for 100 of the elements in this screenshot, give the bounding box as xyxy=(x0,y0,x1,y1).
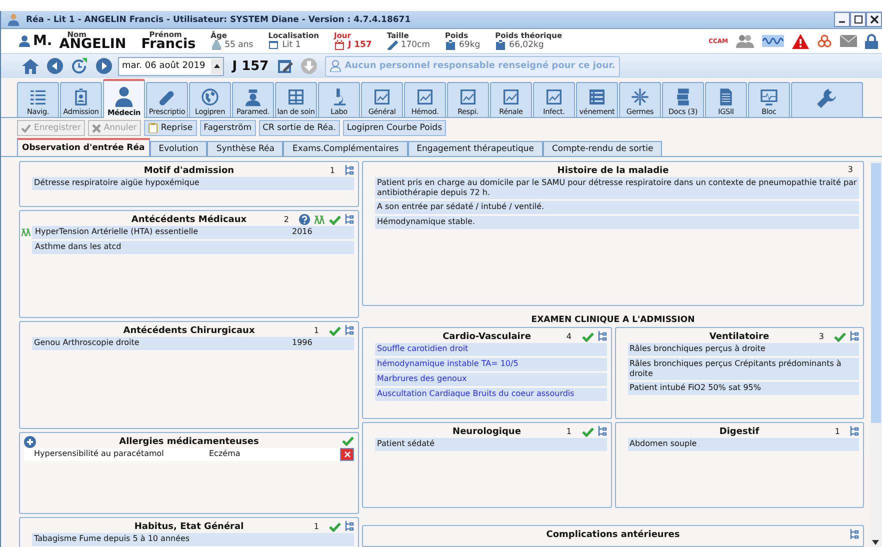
person-icon xyxy=(19,35,30,47)
item-count: 1 xyxy=(834,427,840,436)
panel-title: Antécédents Chirurgicaux xyxy=(123,326,255,336)
tree-icon[interactable] xyxy=(345,214,354,225)
table-cell: Genou Arthroscopie droite xyxy=(34,338,140,347)
calendar-icon xyxy=(334,40,345,50)
dna-icon[interactable] xyxy=(314,214,325,224)
minimize-button[interactable] xyxy=(834,12,850,27)
field-value: Lit 1 xyxy=(282,40,301,49)
field-value: 55 ans xyxy=(224,40,254,49)
bed-icon xyxy=(268,40,280,50)
forward-icon[interactable] xyxy=(96,58,112,74)
table-cell: Auscultation Cardiaque Bruits du coeur assourdis xyxy=(377,389,574,398)
panel-title: Neurologique xyxy=(452,426,521,436)
help-icon[interactable] xyxy=(299,214,310,225)
scroll-down-icon[interactable] xyxy=(872,540,879,545)
refresh-clock-icon[interactable] xyxy=(71,58,88,74)
panel-title: Cardio-Vasculaire xyxy=(442,332,531,342)
table-cell: Hémodynamique stable. xyxy=(377,217,476,226)
field-value: 69kg xyxy=(459,40,480,49)
table-cell: HyperTension Artérielle (HTA) essentielle xyxy=(35,227,198,236)
table-cell: Patient intubé FiO2 50% sat 95% xyxy=(630,383,761,392)
table-cell: Râles bronchiques perçus à droite xyxy=(630,344,766,353)
table-cell: Marbrures des genoux xyxy=(377,374,467,383)
civility: M. xyxy=(33,33,52,49)
panel-title: Motif d'admission xyxy=(144,166,234,176)
home-icon[interactable] xyxy=(22,58,39,74)
clipboard-icon xyxy=(148,123,158,133)
item-count: 1 xyxy=(314,326,319,335)
panel-title: Ventilatoire xyxy=(709,332,770,342)
back-icon[interactable] xyxy=(47,58,63,74)
tree-icon[interactable] xyxy=(598,331,606,342)
table-cell: Tabagisme Fume depuis 5 à 10 années xyxy=(34,534,190,543)
table-cell: Détresse respiratoire aigüe hypoxémique xyxy=(34,178,200,187)
tree-icon[interactable] xyxy=(850,331,859,342)
close-icon xyxy=(344,451,350,458)
maximize-button[interactable] xyxy=(850,12,866,27)
tree-icon[interactable] xyxy=(345,325,354,336)
wrench-icon xyxy=(815,87,839,111)
calendar-edit-icon[interactable] xyxy=(276,58,293,74)
stack-icon xyxy=(210,40,222,50)
module-tab[interactable] xyxy=(791,82,863,117)
item-count: 4 xyxy=(566,332,572,341)
action-button[interactable]: Reprise xyxy=(144,120,197,136)
tab[interactable]: Evolution xyxy=(150,141,208,156)
tree-icon[interactable] xyxy=(850,426,859,437)
caret-icon xyxy=(214,63,220,69)
close-button[interactable] xyxy=(866,12,882,27)
lock-icon[interactable] xyxy=(865,34,878,48)
table-cell: Hypersensibilité au paracétamol xyxy=(34,449,164,458)
action-button[interactable]: Fagerström xyxy=(200,120,256,136)
minimize-icon xyxy=(839,21,845,23)
panel-title: Complications antérieures xyxy=(546,530,680,540)
panel-title: Antécédents Médicaux xyxy=(131,214,247,224)
item-count: 1 xyxy=(566,427,572,436)
table-cell: hémodynamique instable TA= 10/5 xyxy=(377,359,518,368)
tab[interactable]: Synthèse Réa xyxy=(207,141,284,156)
item-count: 1 xyxy=(330,166,335,175)
table-cell: A son entrée par sédaté / intubé / ventilé. xyxy=(377,202,544,211)
item-count: 2 xyxy=(284,215,289,224)
ruler-icon xyxy=(386,40,398,50)
field-value: 170cm xyxy=(400,40,430,49)
tree-icon[interactable] xyxy=(850,529,859,540)
table-cell: Patient pris en charge au domicile par le SAMU pour détresse respiratoire dans un contexte de pneumopathie traité par antibiothérapie depuis 72 h. xyxy=(377,178,857,197)
table-cell: Patient sédaté xyxy=(377,439,435,448)
panel-title: Allergies médicamenteuses xyxy=(119,436,259,446)
mail-icon[interactable] xyxy=(840,35,857,47)
section-title: EXAMEN CLINIQUE A L'ADMISSION xyxy=(530,315,696,325)
scrollbar[interactable] xyxy=(870,161,882,547)
table-cell: Eczéma xyxy=(209,449,240,458)
delete-button[interactable] xyxy=(340,448,354,461)
item-count: 3 xyxy=(818,332,824,341)
field-value: ANGELIN xyxy=(59,38,126,52)
tab[interactable]: Compte-rendu de sortie xyxy=(542,141,662,156)
close-icon xyxy=(870,15,878,24)
tree-icon[interactable] xyxy=(598,426,606,437)
tree-icon[interactable] xyxy=(345,521,354,532)
panel-title: Histoire de la maladie xyxy=(557,166,669,176)
people-icon[interactable] xyxy=(736,34,754,48)
item-count: 1 xyxy=(314,522,319,531)
window-title: Réa - Lit 1 - ANGELIN Francis - Utilisateur: SYSTEM Diane - Version : 4.7.4.18671 xyxy=(26,14,411,24)
tab[interactable]: Engagement thérapeutique xyxy=(408,141,543,156)
add-icon[interactable] xyxy=(24,436,36,448)
date-field[interactable]: mar. 06 août 2019 xyxy=(118,56,224,76)
day-counter: J 157 xyxy=(232,58,269,74)
panel-title: Habitus, Etat Général xyxy=(134,522,244,532)
action-button[interactable]: Logipren Courbe Poids xyxy=(342,120,446,136)
action-button[interactable]: CR sortie de Réa. xyxy=(258,120,340,136)
cross-icon xyxy=(92,124,101,132)
field-value: Francis xyxy=(141,38,196,52)
wave-icon[interactable] xyxy=(762,35,784,47)
tree-icon[interactable] xyxy=(345,165,354,176)
table-cell: Souffle carotidien droit xyxy=(377,344,468,353)
scale-icon xyxy=(495,40,506,50)
field-value: J 157 xyxy=(348,40,372,49)
scale-icon xyxy=(445,40,456,50)
warning-icon[interactable] xyxy=(792,34,809,48)
tab[interactable]: Observation d'entrée Réa xyxy=(17,138,150,156)
tab[interactable]: Exams.Complémentaires xyxy=(283,141,408,156)
check-icon xyxy=(21,124,31,132)
